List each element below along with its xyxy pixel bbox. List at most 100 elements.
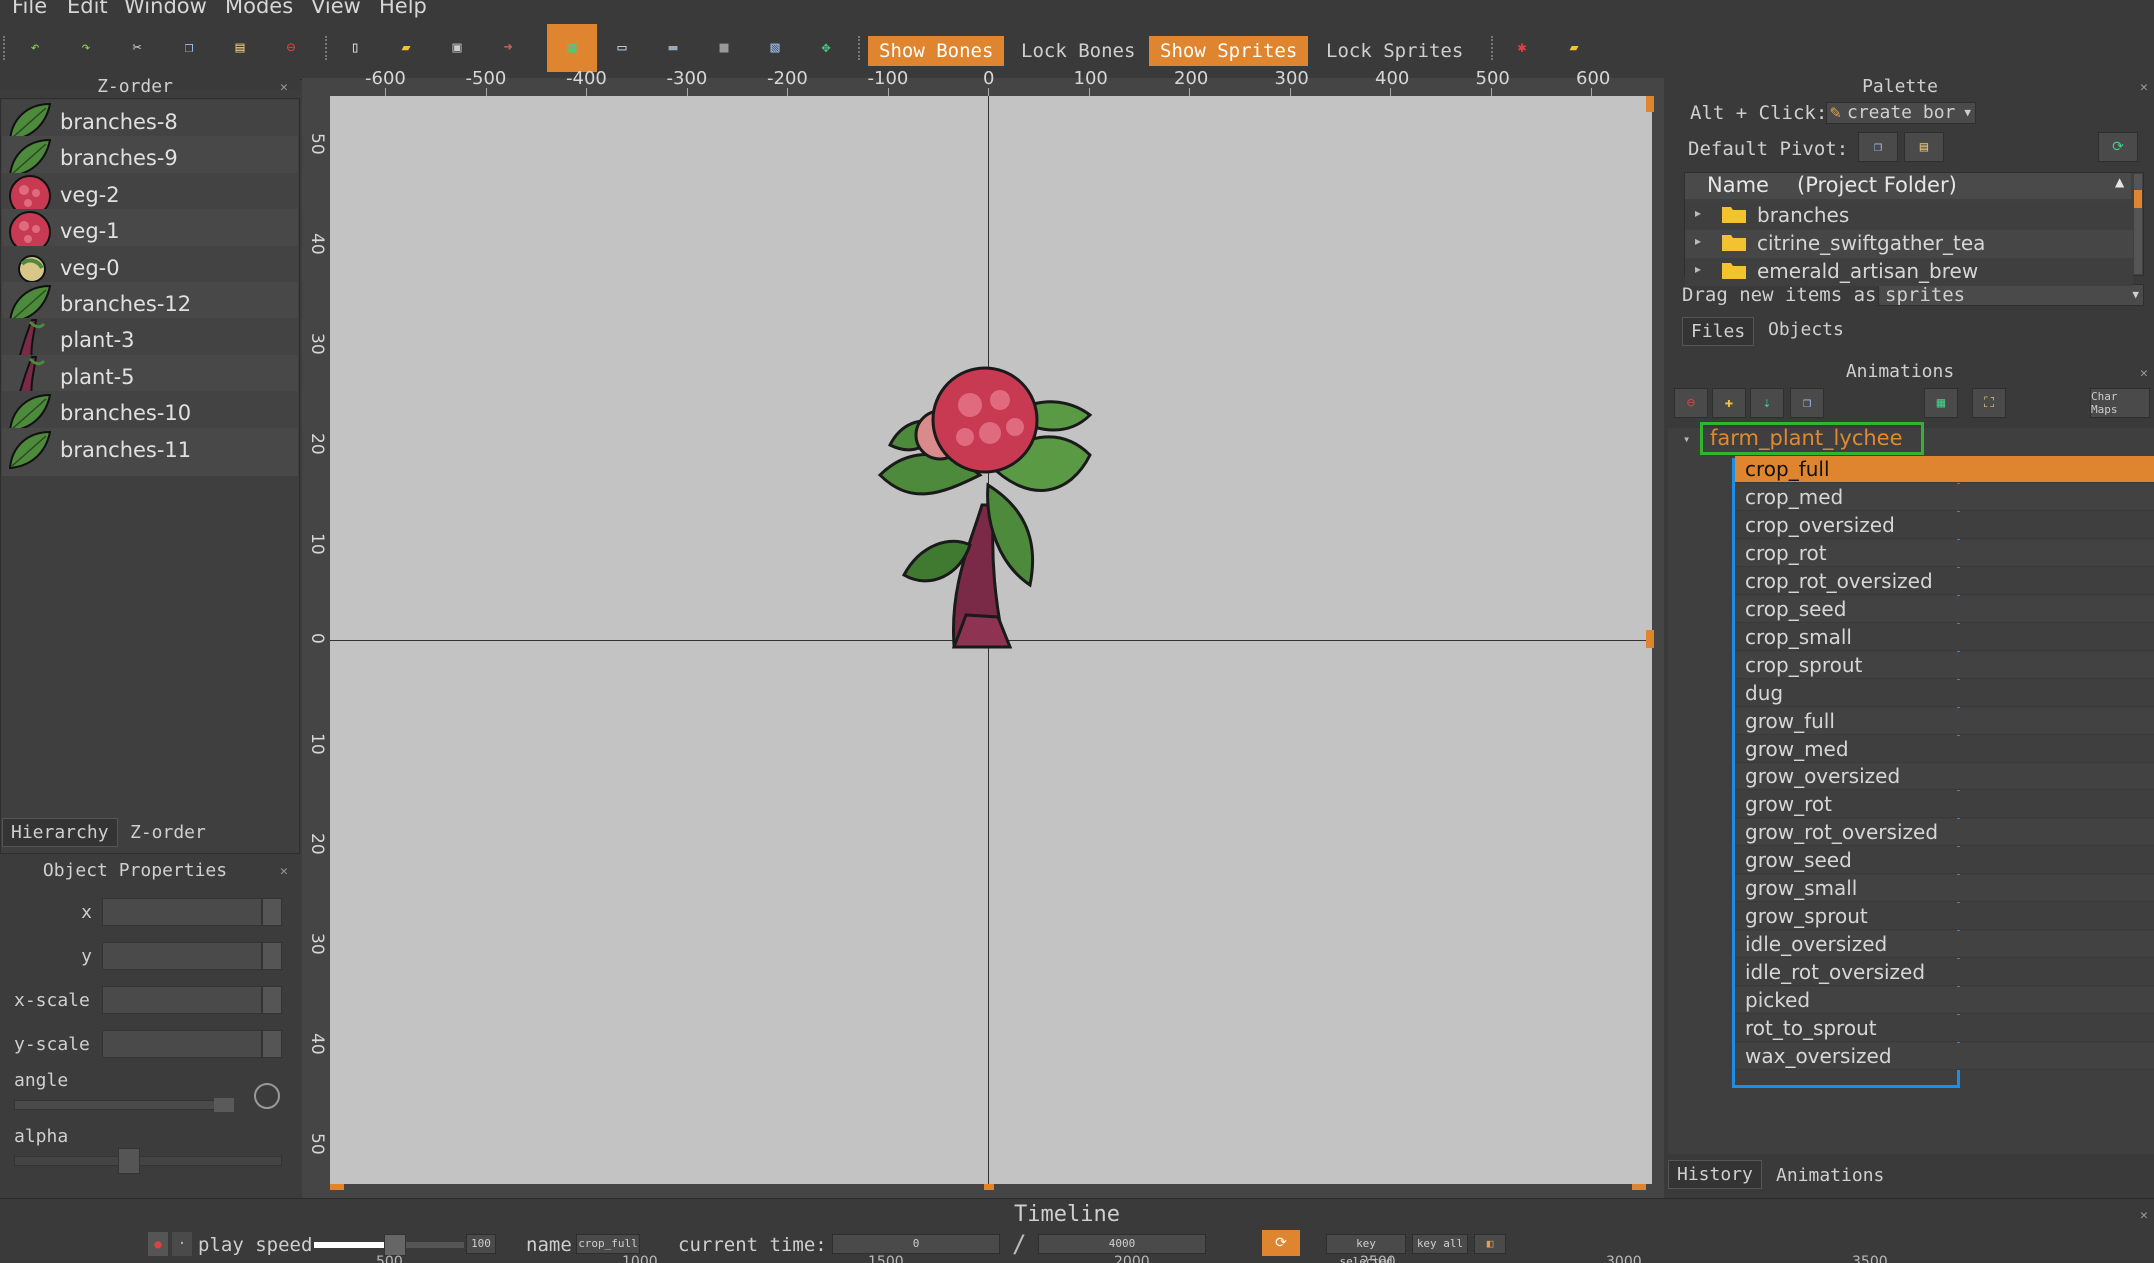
play-speed-handle[interactable] [384,1234,406,1256]
x-field[interactable] [102,898,262,926]
angle-dial-icon[interactable] [254,1083,280,1109]
tab-animations[interactable]: Animations [1768,1162,1892,1189]
folder-row[interactable]: ▸ citrine_swiftgather_tea [1685,230,2133,258]
redo-icon[interactable]: ↷ [75,36,97,58]
tab-zorder[interactable]: Z-order [122,819,214,846]
animation-item[interactable]: grow_seed [1735,847,1960,874]
new-file-icon[interactable]: ▯ [344,36,366,58]
fit-animation-button[interactable]: ⛶ [1972,388,2006,418]
scroll-marker-right[interactable] [1632,1184,1646,1190]
current-time-field[interactable]: 0 [832,1234,1000,1254]
animation-item[interactable]: grow_sprout [1735,903,1960,930]
scroll-marker-center[interactable] [984,1184,994,1190]
key-all-button[interactable]: key all [1412,1234,1468,1254]
file-tree-scrollbar[interactable] [2134,174,2142,274]
tab-hierarchy[interactable]: Hierarchy [2,818,118,847]
lychee-plant-sprite[interactable] [870,355,1100,655]
view-sprites-icon[interactable]: ▦ [561,36,583,58]
animation-item[interactable]: crop_med [1735,484,1960,511]
lock-bones-toggle[interactable]: Lock Bones [1010,36,1146,66]
palette-close-icon[interactable]: ✕ [2140,80,2148,95]
alt-click-select[interactable]: ✎ create bor ▼ [1826,102,1976,124]
y-scale-stepper[interactable] [262,1030,282,1058]
key-options-icon[interactable]: ◧ [1474,1234,1506,1254]
animation-item[interactable]: crop_sprout [1735,652,1960,679]
import-animation-button[interactable]: ⇣ [1750,388,1784,418]
tab-files[interactable]: Files [1682,317,1755,346]
expand-arrow-icon[interactable]: ▸ [1695,262,1701,276]
menu-edit[interactable]: Edit [67,0,108,18]
animation-item[interactable]: dug [1735,680,1960,707]
copy-icon[interactable]: ❐ [178,36,200,58]
animation-root[interactable]: farm_plant_lychee [1710,426,1903,450]
save-icon[interactable]: ▣ [446,36,468,58]
animation-item[interactable]: grow_oversized [1735,763,1960,790]
menu-view[interactable]: View [311,0,361,18]
view-grey-icon[interactable]: ■ [713,36,735,58]
folder-row[interactable]: ▸ branches [1685,202,2133,230]
animation-item[interactable]: crop_rot_oversized [1735,568,1960,595]
menu-window[interactable]: Window [124,0,207,18]
timeline-close-icon[interactable]: ✕ [2140,1208,2148,1223]
char-maps-button[interactable]: Char Maps [2090,388,2150,418]
lock-sprites-toggle[interactable]: Lock Sprites [1315,36,1474,66]
expand-arrow-icon[interactable]: ▾ [1683,432,1690,446]
animation-item[interactable]: crop_rot [1735,540,1960,567]
show-sprites-toggle[interactable]: Show Sprites [1149,36,1309,66]
animation-item[interactable]: picked [1735,987,1960,1014]
view-dark-icon[interactable]: ▬ [662,36,684,58]
alpha-slider-handle[interactable] [118,1148,140,1174]
x-scale-field[interactable] [102,986,262,1014]
delete-animation-button[interactable]: ⊖ [1674,388,1708,418]
animation-item[interactable]: grow_rot_oversized [1735,819,1960,846]
x-scale-stepper[interactable] [262,986,282,1014]
animation-item[interactable]: grow_small [1735,875,1960,902]
pivot-copy-button[interactable]: ❐ [1858,132,1898,162]
expand-arrow-icon[interactable]: ▸ [1695,234,1701,248]
view-window-icon[interactable]: ▭ [611,36,633,58]
show-bones-toggle[interactable]: Show Bones [868,36,1005,66]
file-tree-header[interactable]: Name (Project Folder) ▲ [1685,173,2131,199]
menu-file[interactable]: File [12,0,47,18]
animation-name-field[interactable]: crop_full [576,1234,640,1254]
animations-close-icon[interactable]: ✕ [2140,366,2148,381]
undo-icon[interactable]: ↶ [24,36,46,58]
open-folder-icon[interactable]: ▰ [395,36,417,58]
export-icon[interactable]: ➜ [497,36,519,58]
animation-item[interactable]: grow_med [1735,736,1960,763]
tab-history[interactable]: History [1668,1160,1762,1189]
scroll-marker-mid[interactable] [1646,630,1654,648]
file-tree-scroll-thumb[interactable] [2134,190,2142,208]
object-properties-close-icon[interactable]: ✕ [280,864,288,879]
angle-slider[interactable] [14,1100,234,1110]
duplicate-animation-button[interactable]: ❐ [1790,388,1824,418]
pivot-paste-button[interactable]: ▤ [1904,132,1944,162]
scroll-marker-top[interactable] [1646,96,1654,112]
animation-item[interactable]: crop_small [1735,624,1960,651]
total-time-field[interactable]: 4000 [1038,1234,1206,1254]
alpha-slider[interactable] [14,1156,282,1166]
animation-item[interactable]: idle_oversized [1735,931,1960,958]
animation-item[interactable]: grow_full [1735,708,1960,735]
menu-help[interactable]: Help [379,0,427,18]
loop-toggle-icon[interactable]: ⟳ [1262,1230,1300,1256]
record-button[interactable]: ● [148,1232,168,1256]
preview-animation-button[interactable]: ▦ [1924,388,1958,418]
folder-export-icon[interactable]: ▰ [1563,36,1585,58]
view-photo-icon[interactable]: ▧ [764,36,786,58]
y-scale-field[interactable] [102,1030,262,1058]
refresh-icon[interactable]: ⟳ [2098,132,2138,162]
play-speed-value[interactable]: 100 [466,1234,496,1254]
add-animation-button[interactable]: ✚ [1712,388,1746,418]
cut-icon[interactable]: ✂ [126,36,148,58]
delete-icon[interactable]: ⊖ [280,36,302,58]
x-stepper[interactable] [262,898,282,926]
animation-item[interactable]: idle_rot_oversized [1735,959,1960,986]
zorder-close-icon[interactable]: ✕ [280,80,288,95]
animation-item[interactable]: crop_oversized [1735,512,1960,539]
zorder-item[interactable]: branches-11 [2,427,298,476]
drag-items-select[interactable]: sprites ▼ [1878,284,2144,306]
bug-icon[interactable]: ✱ [1511,36,1533,58]
scroll-marker-left[interactable] [330,1184,344,1190]
key-selected-button[interactable]: key selected [1326,1234,1406,1263]
